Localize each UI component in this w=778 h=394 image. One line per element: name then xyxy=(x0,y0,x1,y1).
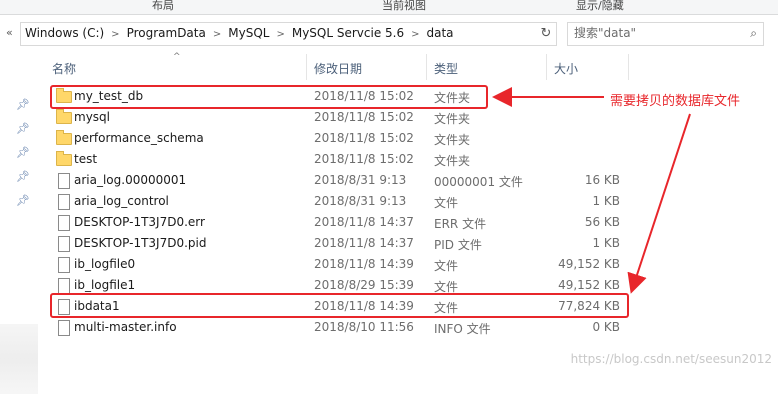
annotation-label: 需要拷贝的数据库文件 xyxy=(610,94,741,109)
arrow-to-ibdata1 xyxy=(627,113,691,294)
annotation-arrows xyxy=(492,87,691,294)
watermark: https://blog.csdn.net/seesun2012 xyxy=(570,352,772,366)
